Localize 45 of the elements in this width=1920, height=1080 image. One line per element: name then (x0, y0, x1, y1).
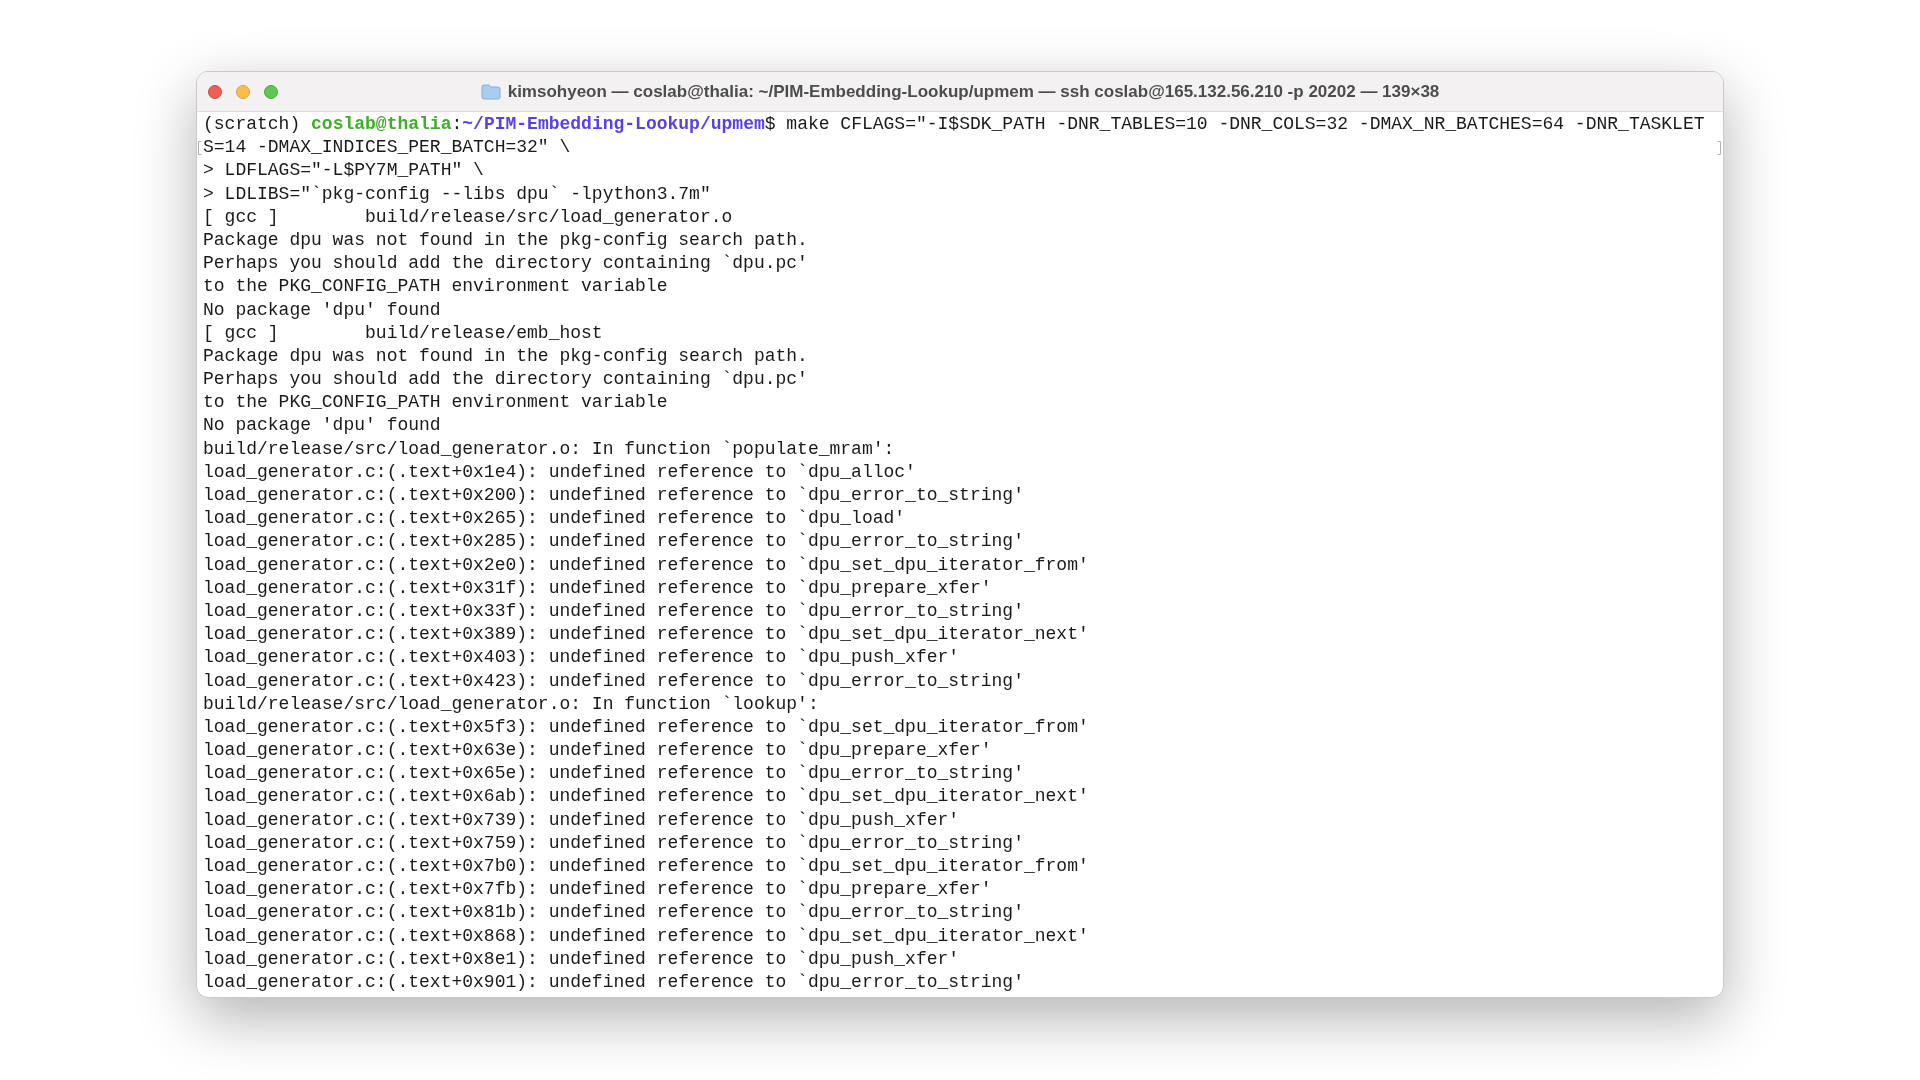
output-line: load_generator.c:(.text+0x2e0): undefined reference to `dpu_set_dpu_iterator_from' (203, 554, 1089, 575)
output-line: load_generator.c:(.text+0x81b): undefined reference to `dpu_error_to_string' (203, 902, 1024, 923)
output-line: Package dpu was not found in the pkg-config search path. (203, 229, 808, 250)
window-title: kimsohyeon — coslab@thalia: ~/PIM-Embedding-Lookup/upmem — ssh coslab@165.132.56.210 -p 20202 — 139×38 (507, 80, 1440, 103)
output-line: build/release/src/load_generator.o: In function `populate_mram': (203, 438, 895, 459)
output-line: [ gcc ] build/release/src/load_generator.o (203, 206, 733, 227)
folder-icon (480, 83, 501, 100)
output-line: Perhaps you should add the directory containing `dpu.pc' (203, 253, 808, 274)
output-line: Perhaps you should add the directory containing `dpu.pc' (203, 369, 808, 390)
output-line: load_generator.c:(.text+0x65e): undefined reference to `dpu_error_to_string' (203, 763, 1024, 784)
minimize-button[interactable] (236, 84, 250, 99)
output-line: No package 'dpu' found (203, 415, 441, 436)
output-line: to the PKG_CONFIG_PATH environment variable (203, 392, 668, 413)
output-line: load_generator.c:(.text+0x7fb): undefined reference to `dpu_prepare_xfer' (203, 879, 992, 900)
line-mark-icon (198, 141, 202, 156)
output-line: load_generator.c:(.text+0x63e): undefined reference to `dpu_prepare_xfer' (203, 740, 992, 761)
zoom-button[interactable] (264, 84, 278, 99)
output-line: load_generator.c:(.text+0x6ab): undefined reference to `dpu_set_dpu_iterator_next' (203, 786, 1089, 807)
output-line: S=14 -DMAX_INDICES_PER_BATCH=32" \ (203, 137, 571, 158)
output-line: load_generator.c:(.text+0x403): undefined reference to `dpu_push_xfer' (203, 647, 960, 668)
output-line: load_generator.c:(.text+0x1e4): undefined reference to `dpu_alloc' (203, 461, 916, 482)
output-line: load_generator.c:(.text+0x901): undefined reference to `dpu_error_to_string' (203, 971, 1024, 992)
output-line: load_generator.c:(.text+0x31f): undefined reference to `dpu_prepare_xfer' (203, 577, 992, 598)
output-line: > LDFLAGS="-L$PY7M_PATH" \ (203, 160, 484, 181)
prompt-line: (scratch) coslab@thalia:~/PIM-Embedding-Lookup/upmem$ make CFLAGS="-I$SDK_PATH -DNR_TABLES=10 -DNR_COLS=32 -DMAX_NR_BATCHES=64 -DNR_TASKLET (203, 114, 1705, 134)
output-line: load_generator.c:(.text+0x200): undefined reference to `dpu_error_to_string' (203, 485, 1024, 505)
output-line: load_generator.c:(.text+0x265): undefined reference to `dpu_load' (203, 508, 906, 529)
output-line: load_generator.c:(.text+0x423): undefined reference to `dpu_error_to_string' (203, 670, 1024, 691)
output-line: load_generator.c:(.text+0x5f3): undefined reference to `dpu_set_dpu_iterator_from' (203, 716, 1089, 737)
output-line: > LDLIBS="`pkg-config --libs dpu` -lpython3.7m" (203, 183, 711, 204)
output-line: Package dpu was not found in the pkg-config search path. (203, 345, 808, 366)
output-line: build/release/src/load_generator.o: In function `lookup': (203, 693, 819, 714)
output-line: [ gcc ] build/release/emb_host (203, 322, 603, 343)
output-line: to the PKG_CONFIG_PATH environment variable (203, 276, 668, 297)
output-line: load_generator.c:(.text+0x7b0): undefined reference to `dpu_set_dpu_iterator_from' (203, 856, 1089, 876)
output-line: load_generator.c:(.text+0x739): undefined reference to `dpu_push_xfer' (203, 809, 960, 830)
output-line: load_generator.c:(.text+0x868): undefined reference to `dpu_set_dpu_iterator_next' (203, 925, 1089, 946)
close-button[interactable] (208, 84, 222, 99)
output-line: load_generator.c:(.text+0x759): undefined reference to `dpu_error_to_string' (203, 832, 1024, 853)
output-line: load_generator.c:(.text+0x285): undefined reference to `dpu_error_to_string' (203, 531, 1024, 552)
output-line: load_generator.c:(.text+0x389): undefined reference to `dpu_set_dpu_iterator_next' (203, 624, 1089, 645)
output-line: No package 'dpu' found (203, 299, 441, 320)
output-line: load_generator.c:(.text+0x8e1): undefined reference to `dpu_push_xfer' (203, 948, 960, 969)
line-mark-icon (1717, 141, 1721, 156)
output-line: load_generator.c:(.text+0x33f): undefined reference to `dpu_error_to_string' (203, 600, 1024, 621)
